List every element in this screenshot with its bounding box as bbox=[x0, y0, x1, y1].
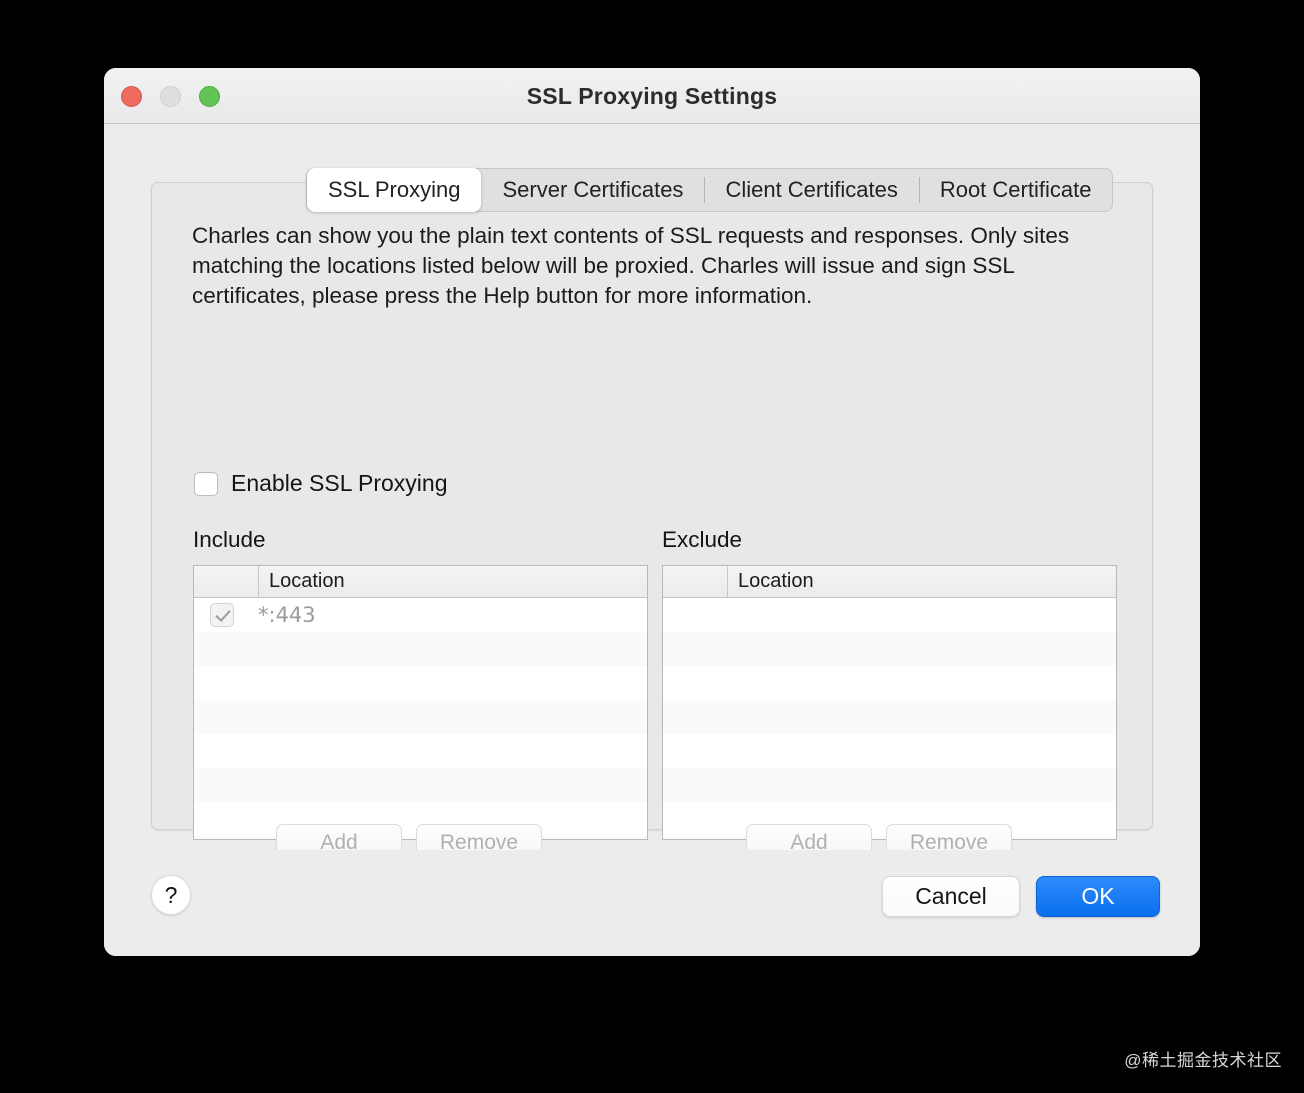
tab-client-certificates[interactable]: Client Certificates bbox=[704, 168, 918, 212]
exclude-list-body[interactable] bbox=[663, 598, 1116, 839]
tab-label: Root Certificate bbox=[939, 177, 1092, 202]
watermark: @稀土掘金技术社区 bbox=[1124, 1051, 1282, 1070]
screen: SSL Proxying Settings SSL Proxying Serve… bbox=[0, 0, 1304, 1093]
exclude-list[interactable]: Location bbox=[662, 565, 1117, 840]
tab-bar: SSL Proxying Server Certificates Client … bbox=[306, 168, 1114, 212]
include-section: Include Location *:443 bbox=[193, 527, 648, 840]
include-header-checkbox-column bbox=[194, 566, 259, 597]
include-header-location: Location bbox=[269, 570, 345, 592]
exclude-header-location: Location bbox=[738, 570, 814, 592]
window-title: SSL Proxying Settings bbox=[526, 83, 778, 109]
tab-label: Client Certificates bbox=[725, 177, 898, 202]
ssl-proxying-settings-window: SSL Proxying Settings SSL Proxying Serve… bbox=[104, 68, 1200, 956]
tab-ssl-proxying[interactable]: SSL Proxying bbox=[307, 168, 482, 212]
include-list[interactable]: Location *:443 bbox=[193, 565, 648, 840]
tab-label: Server Certificates bbox=[502, 177, 684, 202]
include-list-body[interactable]: *:443 bbox=[194, 598, 647, 839]
tab-root-certificate[interactable]: Root Certificate bbox=[918, 168, 1113, 212]
panel-description: Charles can show you the plain text cont… bbox=[192, 223, 1070, 308]
exclude-header-checkbox-column bbox=[663, 566, 728, 597]
help-button[interactable]: ? bbox=[151, 875, 191, 915]
window-titlebar: SSL Proxying Settings bbox=[104, 68, 1200, 124]
cancel-button[interactable]: Cancel bbox=[882, 876, 1020, 917]
include-caption: Include bbox=[193, 527, 266, 552]
row-enabled-checkbox[interactable] bbox=[210, 603, 234, 627]
ssl-proxying-panel: Charles can show you the plain text cont… bbox=[151, 182, 1153, 862]
tab-label: SSL Proxying bbox=[328, 177, 461, 202]
enable-ssl-proxying-checkbox[interactable] bbox=[194, 471, 218, 496]
enable-ssl-proxying-row[interactable]: Enable SSL Proxying bbox=[194, 470, 448, 497]
exclude-caption: Exclude bbox=[662, 527, 743, 552]
ok-button[interactable]: OK bbox=[1036, 876, 1160, 917]
exclude-section: Exclude Location bbox=[662, 527, 1117, 840]
row-location-value: *:443 bbox=[258, 603, 316, 627]
tab-server-certificates[interactable]: Server Certificates bbox=[481, 168, 704, 212]
exclude-list-header: Location bbox=[663, 566, 1116, 598]
enable-ssl-proxying-label: Enable SSL Proxying bbox=[231, 470, 448, 496]
include-list-header: Location bbox=[194, 566, 647, 598]
table-row[interactable]: *:443 bbox=[194, 598, 647, 632]
